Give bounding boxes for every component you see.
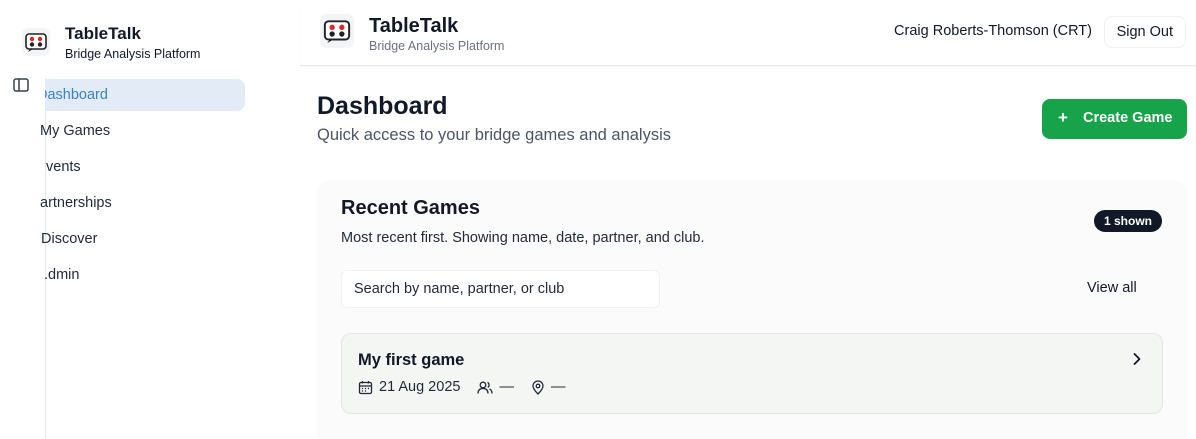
sidebar-item-label: Dashboard (45, 87, 108, 103)
plus-icon: + (1058, 108, 1068, 127)
header-brand[interactable]: TableTalk Bridge Analysis Platform (320, 14, 504, 53)
game-partner: — (499, 379, 514, 395)
calendar-icon (358, 380, 373, 394)
header-app-tagline: Bridge Analysis Platform (369, 39, 505, 53)
create-game-button[interactable]: + Create Game (1042, 99, 1187, 139)
sidebar: TableTalk Bridge Analysis Platform Dashb… (0, 0, 300, 439)
sidebar-app-tagline: Bridge Analysis Platform (65, 47, 201, 61)
page-subtitle: Quick access to your bridge games and an… (317, 126, 672, 144)
game-meta: 21 Aug 2025 — — (358, 379, 565, 395)
recent-games-description: Most recent first. Showing name, date, p… (341, 230, 705, 246)
page-title: Dashboard (317, 92, 448, 120)
sidebar-item-my-games[interactable]: My Games (0, 115, 245, 147)
recent-games-title: Recent Games (341, 197, 480, 219)
sidebar-item-label: My Games (40, 123, 111, 139)
game-name: My first game (358, 351, 465, 369)
recent-games-card: Recent Games Most recent first. Showing … (317, 180, 1187, 439)
playing-cards-logo (320, 14, 354, 48)
sidebar-item-label: Discover (41, 231, 98, 247)
game-list-item[interactable]: My first game 21 Aug 2025 — — (341, 333, 1163, 414)
sidebar-item-admin[interactable]: .dmin (0, 259, 245, 291)
game-date: 21 Aug 2025 (379, 379, 461, 395)
sidebar-item-label: .dmin (44, 267, 80, 283)
sidebar-item-discover[interactable]: Discover (0, 223, 245, 255)
view-all-link[interactable]: View all (1087, 280, 1137, 296)
sidebar-app-name: TableTalk (65, 24, 141, 43)
sidebar-item-partnerships[interactable]: artnerships (0, 187, 245, 219)
sidebar-brand[interactable]: TableTalk Bridge Analysis Platform (22, 24, 200, 62)
sidebar-item-events[interactable]: vents (0, 151, 245, 183)
game-club: — (550, 379, 566, 395)
sidebar-item-label: vents (46, 159, 81, 175)
panel-left-icon[interactable] (12, 76, 30, 94)
playing-cards-logo (22, 28, 50, 56)
sidebar-item-dashboard[interactable]: Dashboard (45, 79, 245, 111)
header-app-name: TableTalk (369, 15, 459, 37)
map-pin-icon (532, 379, 544, 395)
search-input[interactable] (341, 270, 660, 308)
chevron-right-icon[interactable] (1130, 352, 1144, 366)
create-game-label: Create Game (1083, 110, 1173, 126)
sign-out-button[interactable]: Sign Out (1103, 16, 1186, 48)
user-name: Craig Roberts-Thomson (CRT) (894, 23, 1092, 39)
top-header: TableTalk Bridge Analysis Platform Craig… (300, 0, 1196, 66)
shown-count-badge: 1 shown (1094, 210, 1163, 232)
users-icon (477, 381, 494, 394)
sidebar-item-label: artnerships (40, 195, 112, 211)
